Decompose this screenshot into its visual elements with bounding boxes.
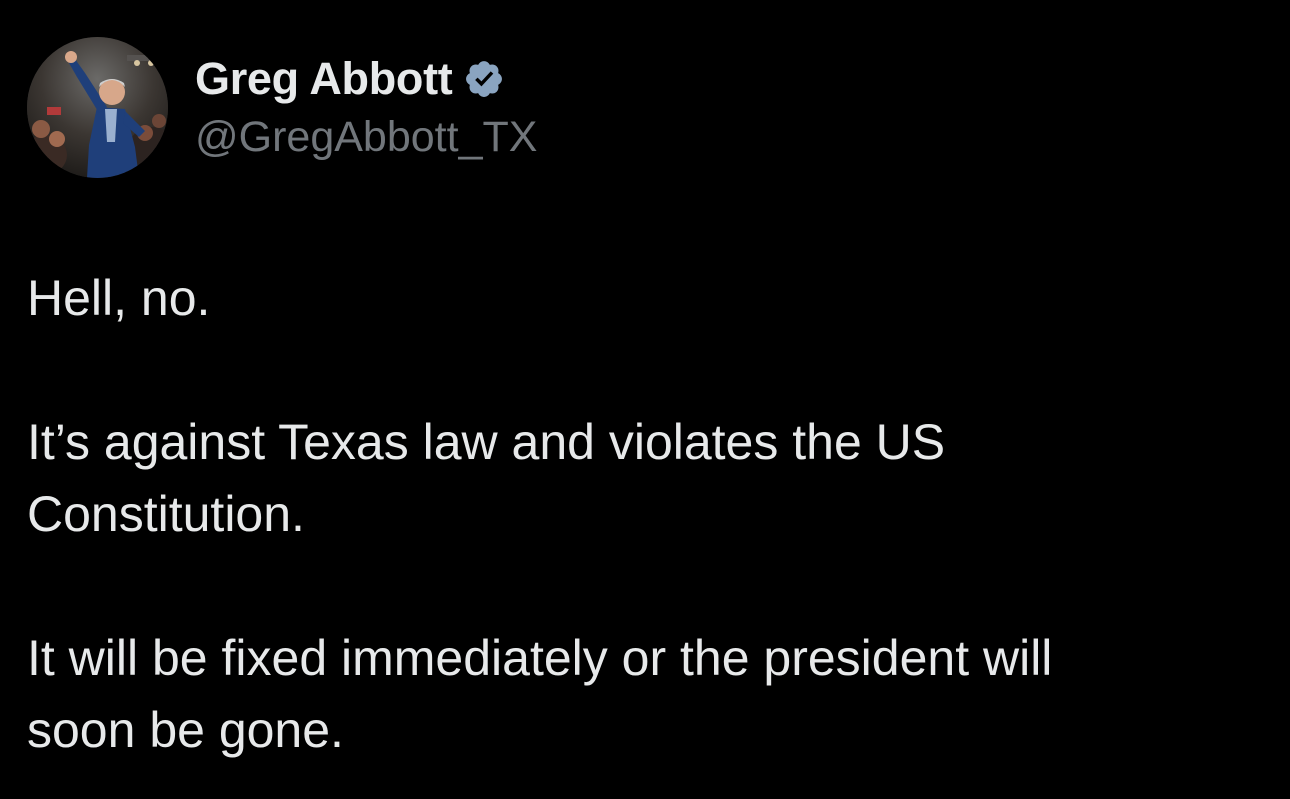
tweet-paragraph: It’s against Texas law and violates the … bbox=[27, 414, 946, 542]
avatar-photo bbox=[27, 37, 168, 178]
author-names: Greg Abbott @GregAbbott_TX bbox=[195, 37, 537, 162]
tweet: Greg Abbott @GregAbbott_TX Hell, no. It’… bbox=[0, 0, 1290, 799]
verified-badge-icon[interactable] bbox=[463, 58, 505, 100]
author-display-name[interactable]: Greg Abbott bbox=[195, 54, 453, 104]
name-row: Greg Abbott bbox=[195, 54, 537, 104]
avatar[interactable] bbox=[27, 37, 168, 178]
tweet-header: Greg Abbott @GregAbbott_TX bbox=[27, 37, 537, 179]
tweet-paragraph: It will be fixed immediately or the pres… bbox=[27, 630, 1053, 758]
tweet-paragraph: Hell, no. bbox=[27, 270, 211, 326]
tweet-text: Hell, no. It’s against Texas law and vio… bbox=[27, 262, 1257, 766]
author-handle[interactable]: @GregAbbott_TX bbox=[195, 112, 537, 162]
